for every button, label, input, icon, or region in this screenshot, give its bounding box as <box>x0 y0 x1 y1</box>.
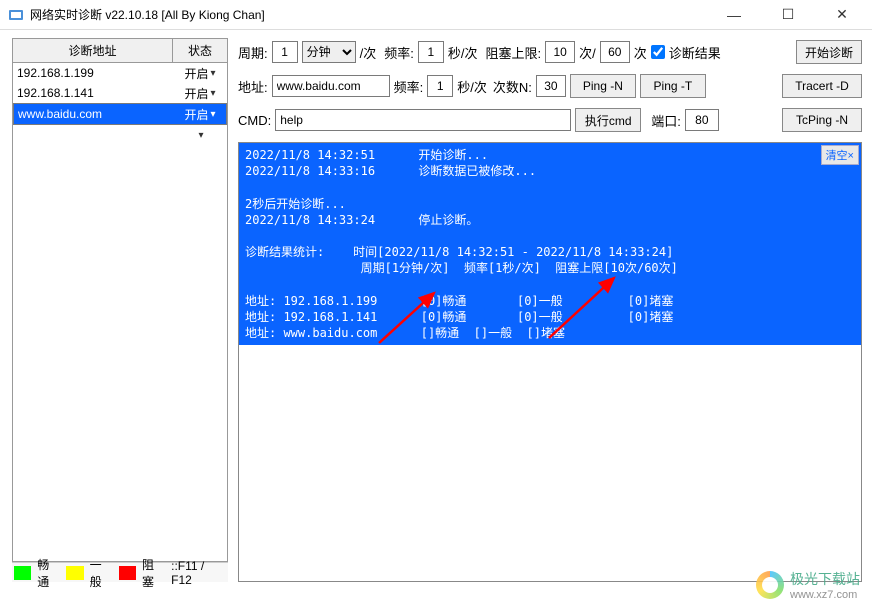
row-address <box>13 133 173 137</box>
ping-n-button[interactable]: Ping -N <box>570 74 636 98</box>
address-input[interactable] <box>272 75 390 97</box>
row-state[interactable]: 开启▾ <box>173 63 227 84</box>
window-buttons: — ☐ ✕ <box>716 3 860 27</box>
sidebar: 诊断地址 状态 192.168.1.199 开启▾ 192.168.1.141 … <box>0 30 232 582</box>
clear-button[interactable]: 清空× <box>821 145 859 165</box>
sidebar-row[interactable]: ▾ <box>13 125 227 145</box>
legend-yellow-icon <box>66 566 83 580</box>
countn-label: 次数N: <box>493 77 532 96</box>
legend-mid: 一般 <box>90 556 113 590</box>
maximize-button[interactable]: ☐ <box>770 3 806 27</box>
legend-hotkey: ::F11 / F12 <box>171 559 226 587</box>
result-check-label: 诊断结果 <box>669 43 721 62</box>
freq2-unit: 秒/次 <box>457 77 487 96</box>
period-unit-select[interactable]: 分钟 <box>302 41 356 63</box>
sidebar-rows: 192.168.1.199 开启▾ 192.168.1.141 开启▾ www.… <box>12 63 228 562</box>
start-diagnosis-button[interactable]: 开始诊断 <box>796 40 862 64</box>
titlebar: 网络实时诊断 v22.10.18 [All By Kiong Chan] — ☐… <box>0 0 872 30</box>
period-label: 周期: <box>238 43 268 62</box>
legend-ok: 畅通 <box>37 556 60 590</box>
cmd-label: CMD: <box>238 113 271 128</box>
countn-input[interactable] <box>536 75 566 97</box>
watermark-logo-icon <box>756 571 784 599</box>
addr-label: 地址: <box>238 77 268 96</box>
sidebar-row[interactable]: 192.168.1.199 开启▾ <box>13 63 227 83</box>
close-button[interactable]: ✕ <box>824 3 860 27</box>
block-b-input[interactable] <box>600 41 630 63</box>
legend-bar: 畅通 一般 阻塞 ::F11 / F12 <box>12 562 228 582</box>
row-period: 周期: 分钟 /次 频率: 秒/次 阻塞上限: 次/ 次 诊断结果 开始诊断 <box>238 38 862 66</box>
watermark-url: www.xz7.com <box>790 589 860 601</box>
console: 清空× 2022/11/8 14:32:51 开始诊断... 2022/11/8… <box>238 142 862 582</box>
chevron-down-icon: ▾ <box>198 130 203 141</box>
tcping-n-button[interactable]: TcPing -N <box>782 108 862 132</box>
row-address: 192.168.1.141 <box>13 84 173 102</box>
legend-bad: 阻塞 <box>142 556 165 590</box>
chevron-down-icon: ▾ <box>210 109 215 120</box>
per-time-label: /次 <box>360 43 377 62</box>
header-state: 状态 <box>173 39 227 62</box>
ping-t-button[interactable]: Ping -T <box>640 74 706 98</box>
freq2-input[interactable] <box>427 75 453 97</box>
legend-green-icon <box>14 566 31 580</box>
result-checkbox[interactable] <box>651 45 665 59</box>
sidebar-row[interactable]: 192.168.1.141 开启▾ <box>13 83 227 103</box>
execute-cmd-button[interactable]: 执行cmd <box>575 108 641 132</box>
sidebar-header: 诊断地址 状态 <box>12 38 228 63</box>
header-address: 诊断地址 <box>13 39 173 62</box>
block-label: 阻塞上限: <box>486 43 542 62</box>
block-mid: 次/ <box>579 43 596 62</box>
cmd-input[interactable] <box>275 109 571 131</box>
row-address: 地址: 频率: 秒/次 次数N: Ping -N Ping -T Tracert… <box>238 72 862 100</box>
period-input[interactable] <box>272 41 298 63</box>
row-state[interactable]: 开启▾ <box>174 104 226 125</box>
port-input[interactable] <box>685 109 719 131</box>
row-address: www.baidu.com <box>14 105 174 123</box>
console-output[interactable]: 2022/11/8 14:32:51 开始诊断... 2022/11/8 14:… <box>239 143 861 345</box>
freq-input[interactable] <box>418 41 444 63</box>
freq-unit: 秒/次 <box>448 43 478 62</box>
block-suffix: 次 <box>634 43 647 62</box>
app-icon <box>8 7 24 23</box>
tracert-d-button[interactable]: Tracert -D <box>782 74 862 98</box>
chevron-down-icon: ▾ <box>210 88 215 99</box>
right-panel: 周期: 分钟 /次 频率: 秒/次 阻塞上限: 次/ 次 诊断结果 开始诊断 地… <box>232 30 872 582</box>
port-label: 端口: <box>651 111 681 130</box>
sidebar-row[interactable]: www.baidu.com 开启▾ <box>13 103 227 125</box>
chevron-down-icon: ▾ <box>210 68 215 79</box>
row-state[interactable]: 开启▾ <box>173 83 227 104</box>
row-address: 192.168.1.199 <box>13 64 173 82</box>
watermark: 极光下载站 www.xz7.com <box>756 569 860 601</box>
watermark-name: 极光下载站 <box>790 569 860 589</box>
row-cmd: CMD: 执行cmd 端口: TcPing -N <box>238 106 862 134</box>
freq2-label: 频率: <box>394 77 424 96</box>
legend-red-icon <box>119 566 136 580</box>
freq-label: 频率: <box>384 43 414 62</box>
block-a-input[interactable] <box>545 41 575 63</box>
minimize-button[interactable]: — <box>716 3 752 27</box>
window-title: 网络实时诊断 v22.10.18 [All By Kiong Chan] <box>30 6 716 23</box>
row-state[interactable]: ▾ <box>173 128 227 143</box>
